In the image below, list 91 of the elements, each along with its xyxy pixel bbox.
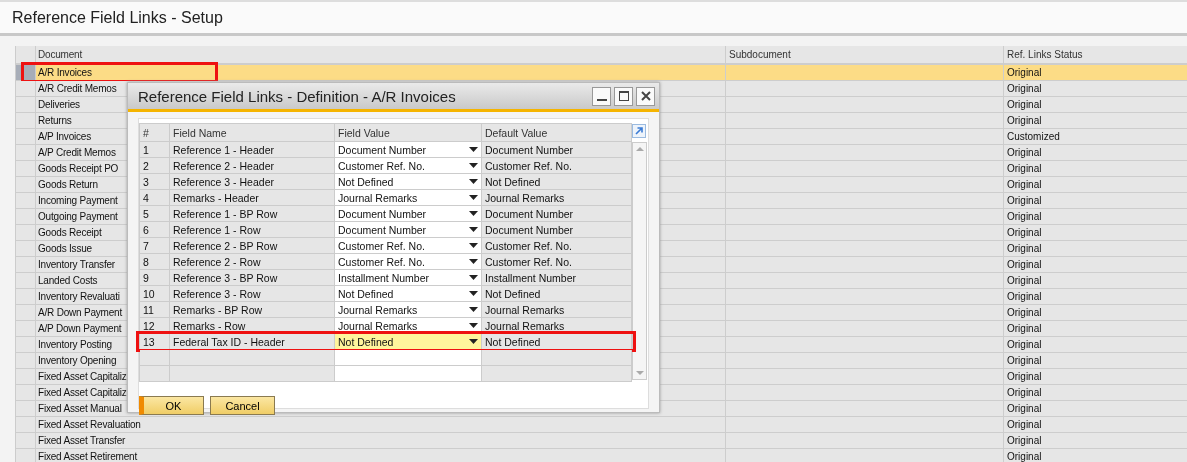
table-cell: Customer Ref. No. [485,255,572,268]
table-cell: Document Number [485,207,574,220]
table-cell: Fixed Asset Retirement [38,451,137,462]
row-number: 4 [143,191,149,204]
table-cell: Original [1007,163,1042,174]
row-number: 3 [143,175,149,188]
table-cell: Remarks - BP Row [173,303,263,316]
window-title: Reference Field Links - Setup [12,8,223,27]
table-cell: Goods Receipt [38,227,102,238]
table-cell: Original [1007,147,1042,158]
table-cell: Original [1007,67,1042,78]
table-cell: Federal Tax ID - Header [173,335,285,348]
table-cell: Original [1007,243,1042,254]
row-number: 1 [143,143,149,156]
table-cell: Original [1007,179,1042,190]
table-cell: Fixed Asset Revaluation [38,419,141,430]
table-cell: Original [1007,99,1042,110]
table-cell: Original [1007,227,1042,238]
table-cell: Returns [38,115,72,126]
row-number: 2 [143,159,149,172]
table-cell: Deliveries [38,99,80,110]
row-number: 6 [143,223,149,236]
table-cell: Original [1007,403,1042,414]
row-number: 7 [143,239,149,252]
table-cell: Journal Remarks [485,319,565,332]
table-cell: Original [1007,355,1042,366]
table-cell: Inventory Revaluati [38,291,120,302]
table-cell: Journal Remarks [485,191,565,204]
table-cell: Original [1007,195,1042,206]
table-cell: Goods Return [38,179,98,190]
table-cell: Inventory Opening [38,355,117,366]
table-cell: A/P Invoices [38,131,91,142]
table-cell: Document Number [485,223,574,236]
table-cell: Fixed Asset Manual [38,403,122,414]
dialog-title: Reference Field Links - Definition - A/R Invoices [138,87,456,105]
table-cell: Inventory Transfer [38,259,115,270]
table-cell: Original [1007,291,1042,302]
table-cell: Remarks - Header [173,191,259,204]
table-cell: Original [1007,307,1042,318]
table-cell: Customer Ref. No. [485,159,572,172]
table-cell: Reference 1 - Header [173,143,274,156]
table-cell: Reference 3 - Header [173,175,274,188]
table-cell: Original [1007,259,1042,270]
table-cell: Original [1007,451,1042,462]
table-cell: Not Defined [485,175,541,188]
table-cell: A/P Credit Memos [38,147,116,158]
table-cell: Original [1007,339,1042,350]
table-cell: Reference 2 - Header [173,159,274,172]
table-cell: Document Number [485,143,574,156]
table-cell: Installment Number [485,271,577,284]
table-cell: Original [1007,83,1042,94]
table-cell: A/R Invoices [38,67,92,78]
row-number: 9 [143,271,149,284]
table-cell: A/R Down Payment [38,307,123,318]
table-cell: Reference 3 - BP Row [173,271,278,284]
row-number: 5 [143,207,149,220]
table-cell: Original [1007,419,1042,430]
table-cell: Goods Receipt PO [38,163,119,174]
row-number: 11 [143,303,154,316]
table-cell: Original [1007,115,1042,126]
table-cell: Reference 2 - BP Row [173,239,278,252]
table-cell: Inventory Posting [38,339,112,350]
table-cell: Not Defined [485,287,541,300]
table-cell: Reference 1 - Row [173,223,261,236]
table-cell: Journal Remarks [485,303,565,316]
table-cell: Customized [1007,131,1060,142]
table-cell: Goods Issue [38,243,92,254]
table-cell: Not Defined [485,335,541,348]
table-cell: Incoming Payment [38,195,118,206]
table-cell: A/P Down Payment [38,323,122,334]
table-cell: Fixed Asset Transfer [38,435,126,446]
table-cell: Original [1007,435,1042,446]
table-cell: Landed Costs [38,275,98,286]
row-number: 13 [143,335,155,348]
row-number: 12 [143,319,155,332]
table-cell: Outgoing Payment [38,211,118,222]
table-cell: Customer Ref. No. [485,239,572,252]
table-cell: Reference 3 - Row [173,287,261,300]
table-cell: Original [1007,387,1042,398]
table-cell: A/R Credit Memos [38,83,117,94]
table-cell: Original [1007,211,1042,222]
table-cell: Original [1007,323,1042,334]
table-cell: Original [1007,275,1042,286]
table-cell: Reference 2 - Row [173,255,261,268]
row-number: 10 [143,287,155,300]
table-cell: Original [1007,371,1042,382]
table-cell: Remarks - Row [173,319,246,332]
table-cell: Fixed Asset Capitaliz [38,387,127,398]
row-number: 8 [143,255,149,268]
table-cell: Reference 1 - BP Row [173,207,278,220]
table-cell: Fixed Asset Capitaliz [38,371,127,382]
